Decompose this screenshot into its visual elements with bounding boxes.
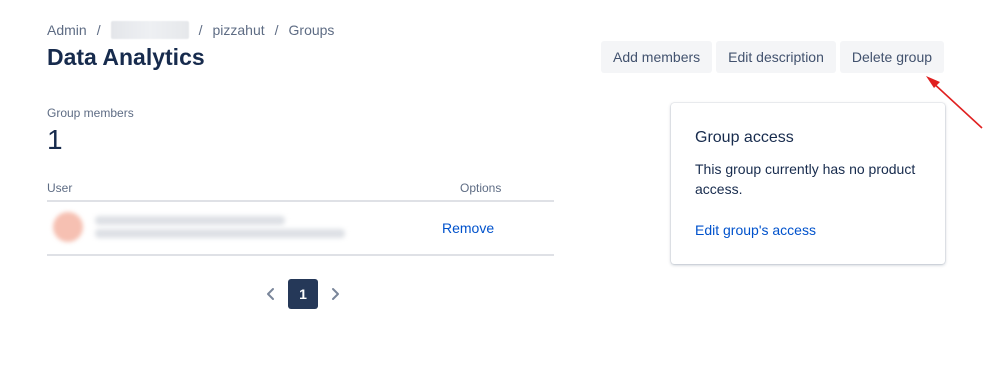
group-members-label: Group members (47, 106, 134, 120)
pagination: 1 (262, 279, 344, 309)
breadcrumb: Admin / / pizzahut / Groups (47, 21, 334, 39)
group-members-count: 1 (47, 124, 63, 155)
breadcrumb-groups[interactable]: Groups (289, 22, 335, 38)
next-page-button[interactable] (326, 279, 344, 309)
chevron-right-icon (332, 288, 339, 300)
remove-member-link[interactable]: Remove (442, 220, 494, 236)
edit-description-button[interactable]: Edit description (716, 41, 836, 73)
user-info-redacted (95, 212, 345, 242)
add-members-button[interactable]: Add members (601, 41, 713, 73)
column-header-user: User (47, 181, 73, 195)
page-number-current[interactable]: 1 (288, 279, 318, 309)
breadcrumb-pizzahut[interactable]: pizzahut (212, 22, 264, 38)
table-row: Remove (47, 202, 554, 256)
page-title: Data Analytics (47, 44, 205, 70)
previous-page-button[interactable] (262, 279, 280, 309)
members-table: User Options Remove (47, 178, 554, 256)
breadcrumb-redacted-item[interactable] (110, 21, 189, 39)
breadcrumb-separator: / (274, 22, 279, 38)
avatar (53, 212, 83, 242)
delete-group-button[interactable]: Delete group (839, 41, 945, 73)
column-header-options: Options (460, 181, 502, 195)
group-actions: Add members Edit description Delete grou… (601, 41, 945, 73)
user-cell (53, 212, 345, 242)
user-name-redacted (95, 216, 285, 225)
breadcrumb-admin[interactable]: Admin (47, 22, 87, 38)
table-header: User Options (47, 178, 554, 202)
group-access-title: Group access (695, 129, 794, 146)
group-access-card: Group access This group currently has no… (671, 103, 945, 264)
group-access-description: This group currently has no product acce… (695, 161, 916, 197)
breadcrumb-separator: / (96, 22, 101, 38)
breadcrumb-separator: / (198, 22, 203, 38)
edit-group-access-link[interactable]: Edit group's access (695, 222, 816, 238)
user-email-redacted (95, 229, 345, 238)
chevron-left-icon (267, 288, 274, 300)
